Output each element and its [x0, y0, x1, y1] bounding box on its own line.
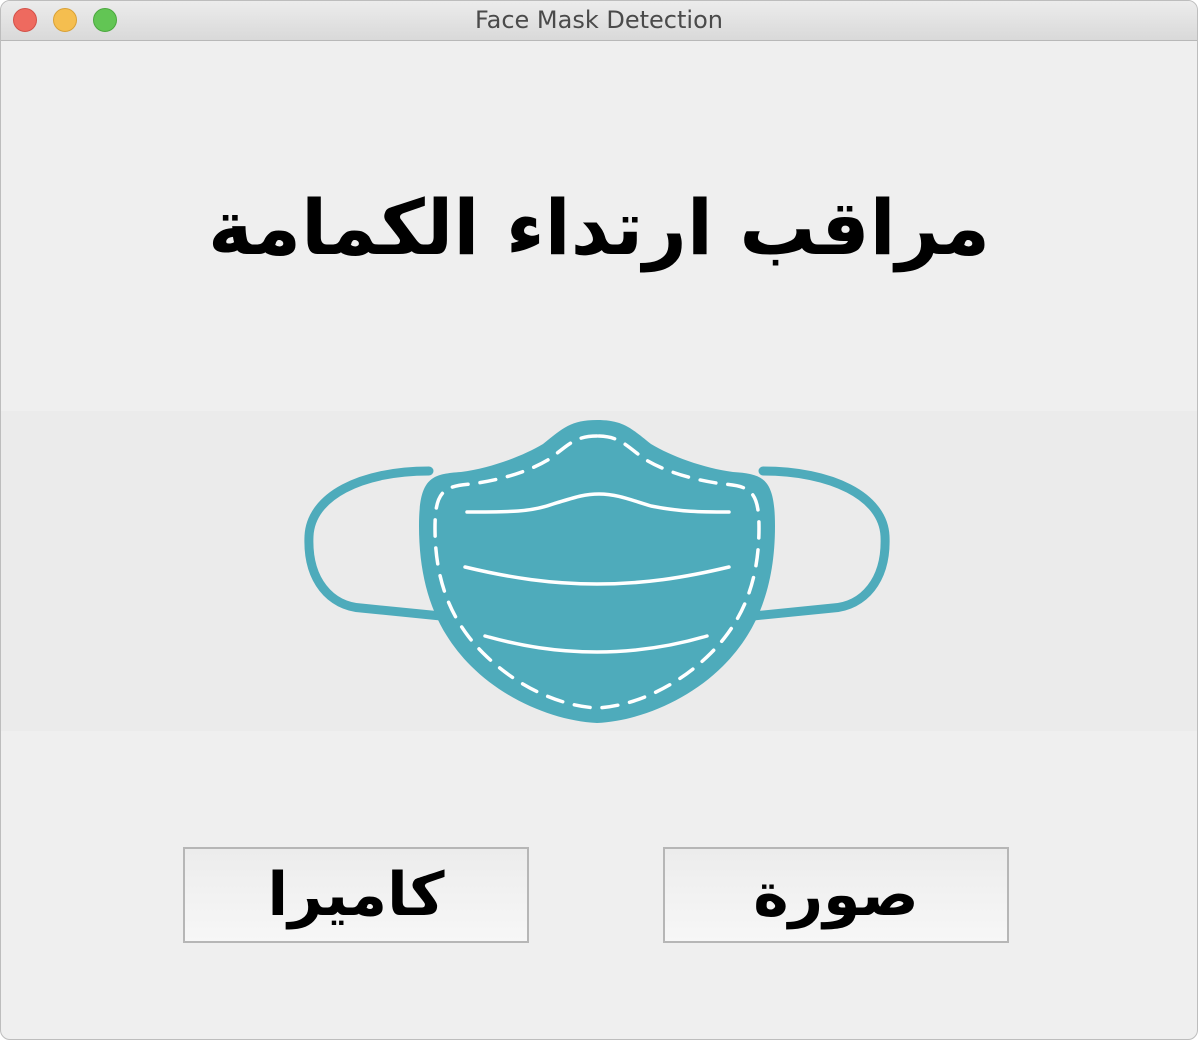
- title-bar[interactable]: Face Mask Detection: [1, 1, 1197, 41]
- page-title: مراقب ارتداء الكمامة: [207, 183, 991, 272]
- camera-button[interactable]: كاميرا: [183, 847, 529, 943]
- mask-body: [419, 420, 775, 723]
- mask-image-panel: [1, 411, 1197, 731]
- photo-button[interactable]: صورة: [663, 847, 1009, 943]
- face-mask-icon: [304, 420, 890, 723]
- app-window: Face Mask Detection مراقب ارتداء الكمامة…: [0, 0, 1198, 1040]
- window-title: Face Mask Detection: [475, 6, 723, 34]
